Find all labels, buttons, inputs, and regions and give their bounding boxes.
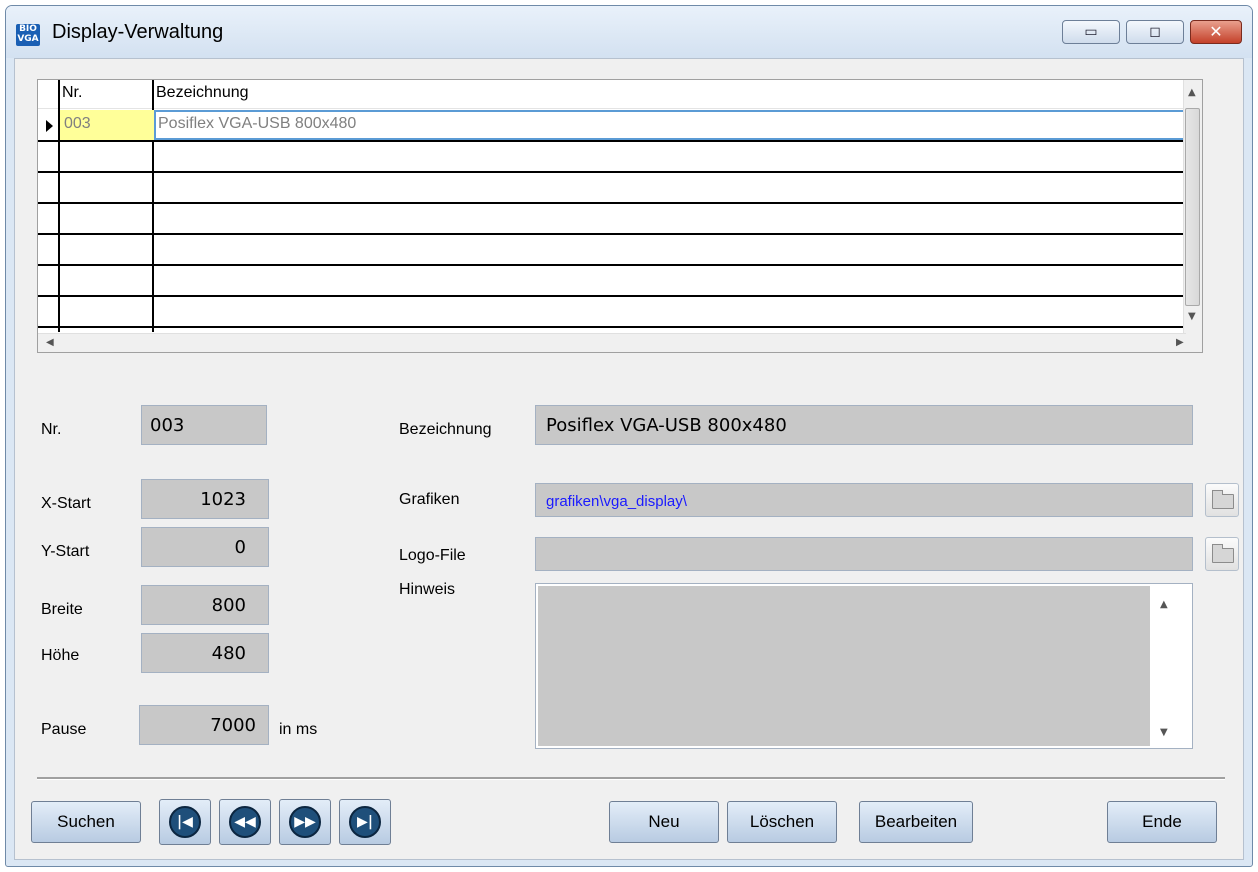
nr-label: Nr. (41, 421, 62, 438)
first-record-button[interactable]: |◀ (159, 799, 211, 845)
bezeichnung-label: Bezeichnung (399, 421, 492, 438)
grid-line (38, 171, 1186, 173)
hoehe-field[interactable]: 480 (141, 633, 269, 673)
main-window: BIO VGA Display-Verwaltung ▭ ◻ ✕ Nr. Beze… (5, 5, 1253, 867)
grid-line (38, 295, 1186, 297)
close-button[interactable]: ✕ (1190, 20, 1242, 44)
scroll-up-icon[interactable]: ▲ (1188, 88, 1196, 98)
app-icon: BIO VGA (16, 24, 40, 46)
last-record-icon: ▶| (349, 806, 381, 838)
xstart-field[interactable]: 1023 (141, 479, 269, 519)
grid-line (38, 264, 1186, 266)
hinweis-label: Hinweis (399, 581, 456, 598)
folder-open-icon (1212, 544, 1234, 563)
previous-record-button[interactable]: ◀◀ (219, 799, 271, 845)
display-grid[interactable]: Nr. Bezeichnung 003 Posiflex VGA-USB 800… (37, 79, 1203, 353)
separator (37, 777, 1225, 780)
vertical-scrollbar[interactable]: ▲ ▼ (1183, 80, 1202, 334)
table-row[interactable]: 003 Posiflex VGA-USB 800x480 (38, 110, 1186, 140)
next-record-button[interactable]: ▶▶ (279, 799, 331, 845)
close-icon: ✕ (1209, 22, 1223, 41)
scroll-up-icon[interactable]: ▲ (1160, 600, 1168, 610)
row-indicator-icon (46, 120, 53, 132)
next-record-icon: ▶▶ (289, 806, 321, 838)
ystart-label: Y-Start (41, 543, 90, 560)
hinweis-text[interactable] (538, 586, 1150, 746)
pause-unit-label: in ms (279, 721, 318, 738)
hoehe-label: Höhe (41, 647, 80, 664)
client-area: Nr. Bezeichnung 003 Posiflex VGA-USB 800… (14, 58, 1244, 860)
xstart-label: X-Start (41, 495, 91, 512)
scroll-down-icon[interactable]: ▼ (1160, 728, 1168, 738)
previous-record-icon: ◀◀ (229, 806, 261, 838)
maximize-icon: ◻ (1149, 24, 1161, 40)
nr-field[interactable]: 003 (141, 405, 267, 445)
scrollbar-thumb[interactable] (1185, 108, 1200, 306)
browse-logo-button[interactable] (1205, 537, 1239, 571)
logo-file-field[interactable] (535, 537, 1193, 571)
bearbeiten-button[interactable]: Bearbeiten (859, 801, 973, 843)
browse-grafiken-button[interactable] (1205, 483, 1239, 517)
grid-line (38, 140, 1186, 142)
horizontal-scrollbar[interactable]: ◀ ▶ (38, 333, 1186, 352)
title-bar[interactable]: BIO VGA Display-Verwaltung ▭ ◻ ✕ (6, 6, 1252, 58)
suchen-button[interactable]: Suchen (31, 801, 141, 843)
grid-header: Nr. Bezeichnung (38, 80, 1186, 109)
cell-nr[interactable]: 003 (60, 110, 154, 140)
last-record-button[interactable]: ▶| (339, 799, 391, 845)
first-record-icon: |◀ (169, 806, 201, 838)
maximize-button[interactable]: ◻ (1126, 20, 1184, 44)
hinweis-textarea[interactable]: ▲ ▼ (535, 583, 1193, 749)
folder-open-icon (1212, 490, 1234, 509)
column-header-nr[interactable]: Nr. (62, 84, 82, 102)
window-title: Display-Verwaltung (52, 21, 224, 43)
minimize-button[interactable]: ▭ (1062, 20, 1120, 44)
bezeichnung-field[interactable]: Posiflex VGA-USB 800x480 (535, 405, 1193, 445)
minimize-icon: ▭ (1084, 24, 1098, 40)
ystart-field[interactable]: 0 (141, 527, 269, 567)
scrollbar-corner (1184, 334, 1202, 352)
breite-field[interactable]: 800 (141, 585, 269, 625)
grafiken-field[interactable]: grafiken\vga_display\ (535, 483, 1193, 517)
grafiken-label: Grafiken (399, 491, 460, 508)
pause-label: Pause (41, 721, 87, 738)
cell-bezeichnung[interactable]: Posiflex VGA-USB 800x480 (154, 110, 1186, 140)
ende-button[interactable]: Ende (1107, 801, 1217, 843)
scroll-left-icon[interactable]: ◀ (46, 338, 54, 348)
breite-label: Breite (41, 601, 83, 618)
neu-button[interactable]: Neu (609, 801, 719, 843)
grid-line (38, 326, 1186, 328)
pause-field[interactable]: 7000 (139, 705, 269, 745)
scroll-down-icon[interactable]: ▼ (1188, 312, 1196, 322)
logo-file-label: Logo-File (399, 547, 466, 564)
grid-line (38, 233, 1186, 235)
column-header-bezeichnung[interactable]: Bezeichnung (156, 84, 249, 102)
grid-line (38, 202, 1186, 204)
scroll-right-icon[interactable]: ▶ (1176, 338, 1184, 348)
loeschen-button[interactable]: Löschen (727, 801, 837, 843)
